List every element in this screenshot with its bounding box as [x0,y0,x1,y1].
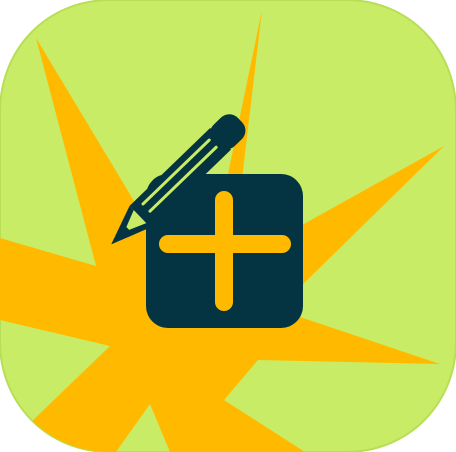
icon-canvas [0,0,456,452]
add-note-app-icon [0,0,456,452]
